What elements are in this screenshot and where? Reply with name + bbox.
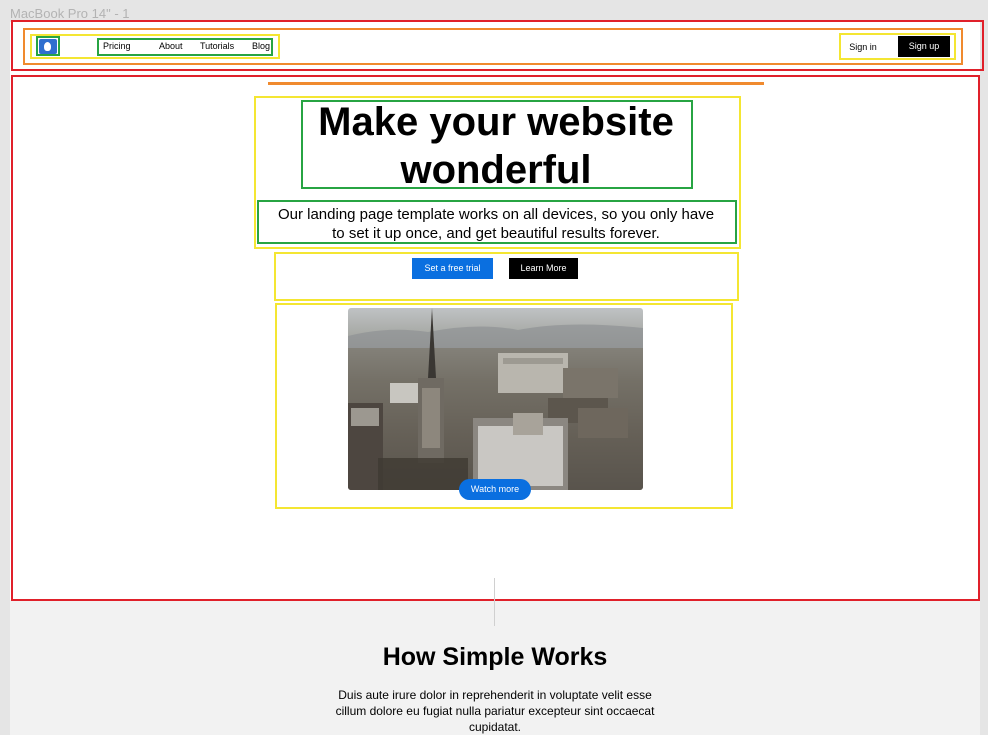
sign-up-button[interactable]: Sign up bbox=[898, 36, 950, 57]
watch-more-button[interactable]: Watch more bbox=[459, 479, 531, 500]
city-aerial-image bbox=[348, 308, 643, 490]
free-trial-button[interactable]: Set a free trial bbox=[412, 258, 493, 279]
hero-subtitle: Our landing page template works on all d… bbox=[277, 206, 715, 242]
nav-item-tutorials[interactable]: Tutorials bbox=[200, 41, 234, 51]
nav-item-blog[interactable]: Blog bbox=[252, 41, 270, 51]
learn-more-button[interactable]: Learn More bbox=[509, 258, 578, 279]
section-description: Duis aute irure dolor in reprehenderit i… bbox=[335, 688, 655, 734]
video-thumbnail[interactable] bbox=[348, 308, 643, 490]
nav-item-about[interactable]: About bbox=[159, 41, 183, 51]
orange-divider bbox=[268, 82, 764, 85]
hero-title: Make your website wonderful bbox=[318, 100, 674, 192]
section-divider bbox=[494, 578, 495, 626]
sign-in-button[interactable]: Sign in bbox=[843, 37, 883, 57]
section-title: How Simple Works bbox=[382, 643, 608, 671]
nav-item-pricing[interactable]: Pricing bbox=[103, 41, 131, 51]
logo-icon[interactable] bbox=[39, 39, 57, 54]
frame-label: MacBook Pro 14" - 1 bbox=[10, 6, 130, 21]
